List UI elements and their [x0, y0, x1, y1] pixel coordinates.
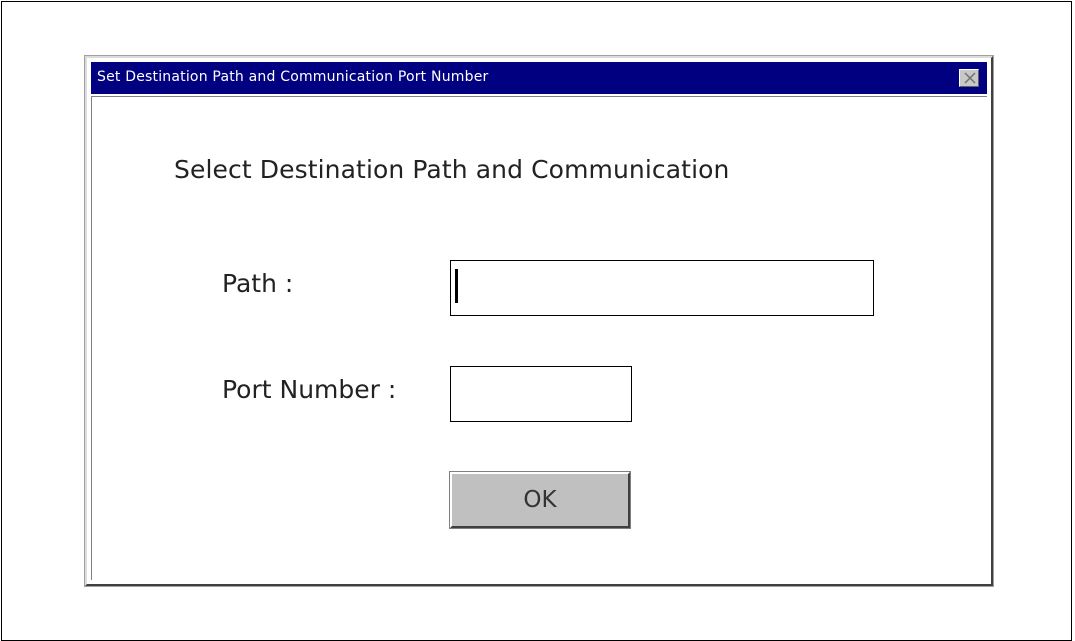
dialog-heading: Select Destination Path and Communicatio… [174, 155, 730, 184]
ok-button[interactable]: OK [449, 471, 631, 529]
path-input[interactable] [450, 260, 874, 316]
dialog-body: Select Destination Path and Communicatio… [91, 96, 987, 580]
path-label: Path : [222, 269, 294, 298]
destination-dialog: Set Destination Path and Communication P… [84, 55, 994, 587]
port-number-input[interactable] [450, 366, 632, 422]
close-button[interactable] [959, 69, 979, 87]
text-caret [455, 269, 458, 303]
dialog-title: Set Destination Path and Communication P… [97, 69, 489, 85]
close-icon [964, 72, 976, 84]
title-bar[interactable]: Set Destination Path and Communication P… [91, 62, 987, 94]
port-number-label: Port Number : [222, 375, 397, 404]
